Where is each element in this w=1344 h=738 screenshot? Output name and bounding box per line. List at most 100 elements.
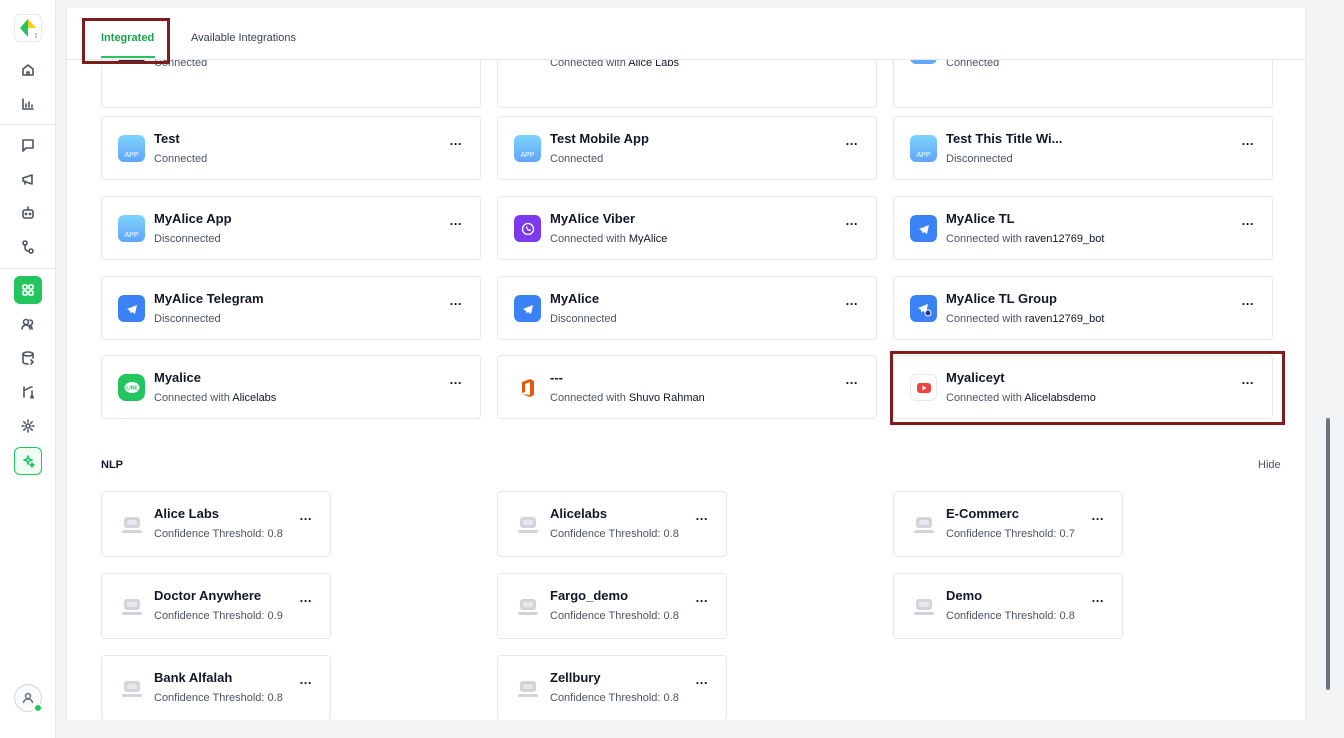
integrations-icon[interactable] xyxy=(14,276,42,304)
nlp-title: E-Commerc xyxy=(946,506,1019,521)
more-options-button[interactable]: ... xyxy=(300,590,312,605)
brand-logo[interactable] xyxy=(14,14,42,42)
inbox-icon[interactable] xyxy=(14,131,42,159)
nlp-title: Bank Alfalah xyxy=(154,670,233,685)
integration-status: Disconnected xyxy=(550,313,617,325)
integration-card[interactable]: MyAlice Disconnected ... xyxy=(497,276,877,340)
integration-card-youtube[interactable]: Myaliceyt Connected with Alicelabsdemo .… xyxy=(893,355,1273,419)
integration-title: Test Mobile App xyxy=(550,131,649,146)
integration-card[interactable]: --- Connected with Shuvo Rahman ... xyxy=(497,355,877,419)
broadcast-icon[interactable] xyxy=(14,165,42,193)
integration-status: Connected with raven12769_bot xyxy=(946,233,1105,245)
integration-status: Connected with Alicelabsdemo xyxy=(946,392,1096,404)
hide-nlp-link[interactable]: Hide xyxy=(1258,459,1281,471)
integration-title: MyAlice Viber xyxy=(550,211,636,226)
nlp-threshold: Confidence Threshold: 0.8 xyxy=(946,610,1075,622)
tab-available-integrations[interactable]: Available Integrations xyxy=(191,32,296,44)
integration-card[interactable]: MyAlice TL Connected with raven12769_bot… xyxy=(893,196,1273,260)
integration-title: MyAlice TL Group xyxy=(946,291,1057,306)
app-icon: APP xyxy=(910,135,937,162)
integration-card[interactable]: MyAlice Viber Connected with MyAlice ... xyxy=(497,196,877,260)
integration-status: Connected with Alicelabs xyxy=(154,392,277,404)
more-options-button[interactable]: ... xyxy=(696,590,708,605)
bot-icon xyxy=(514,674,541,701)
integration-card[interactable]: APP Test This Title Wi... Disconnected .… xyxy=(893,116,1273,180)
telegram-icon xyxy=(514,295,541,322)
integration-title: Test This Title Wi... xyxy=(946,131,1063,146)
more-options-button[interactable]: ... xyxy=(450,293,462,308)
viber-icon xyxy=(514,215,541,242)
more-options-button[interactable]: ... xyxy=(300,508,312,523)
integration-card[interactable]: APP Test Connected ... xyxy=(101,116,481,180)
analytics-icon[interactable] xyxy=(14,90,42,118)
bot-icon xyxy=(910,592,937,619)
scrollbar-thumb[interactable] xyxy=(1326,418,1330,690)
integration-title: --- xyxy=(550,370,563,385)
nlp-card[interactable]: Bank Alfalah Confidence Threshold: 0.8 .… xyxy=(101,655,331,720)
nlp-card[interactable]: Fargo_demo Confidence Threshold: 0.8 ... xyxy=(497,573,727,639)
more-options-button[interactable]: ... xyxy=(846,213,858,228)
nlp-title: Alice Labs xyxy=(154,506,220,521)
bot-icon[interactable] xyxy=(14,199,42,227)
telegram-group-icon xyxy=(910,295,937,322)
nlp-card[interactable]: Doctor Anywhere Confidence Threshold: 0.… xyxy=(101,573,331,639)
ai-sparkle-icon[interactable] xyxy=(14,447,42,475)
more-options-button[interactable]: ... xyxy=(696,672,708,687)
nlp-section-title: NLP xyxy=(101,459,123,471)
workflow-icon[interactable] xyxy=(14,233,42,261)
more-options-button[interactable]: ... xyxy=(1092,508,1104,523)
home-icon[interactable] xyxy=(14,56,42,84)
more-options-button[interactable]: ... xyxy=(846,133,858,148)
sidebar-divider xyxy=(0,124,56,125)
integration-card[interactable]: APP MyAlice App Disconnected ... xyxy=(101,196,481,260)
more-options-button[interactable]: ... xyxy=(300,672,312,687)
more-options-button[interactable]: ... xyxy=(696,508,708,523)
line-icon: LINE xyxy=(118,374,145,401)
integration-status: Disconnected xyxy=(946,153,1013,165)
tab-integrated[interactable]: Integrated xyxy=(101,32,154,44)
more-options-button[interactable]: ... xyxy=(1242,293,1254,308)
routing-icon[interactable] xyxy=(14,378,42,406)
integration-status: Connected xyxy=(154,153,208,165)
nlp-threshold: Confidence Threshold: 0.8 xyxy=(154,692,283,704)
more-options-button[interactable]: ... xyxy=(450,213,462,228)
integration-card[interactable]: APP Test Mobile App Connected ... xyxy=(497,116,877,180)
more-options-button[interactable]: ... xyxy=(1242,213,1254,228)
nlp-card[interactable]: E-Commerc Confidence Threshold: 0.7 ... xyxy=(893,491,1123,557)
user-avatar[interactable] xyxy=(14,684,42,712)
integrations-panel: Integrated Available Integrations Connec… xyxy=(66,8,1306,720)
integration-card[interactable]: MyAlice Telegram Disconnected ... xyxy=(101,276,481,340)
bot-icon xyxy=(514,592,541,619)
sidebar-divider xyxy=(0,268,56,269)
bot-icon xyxy=(118,592,145,619)
nlp-threshold: Confidence Threshold: 0.7 xyxy=(946,528,1075,540)
nlp-card[interactable]: Alicelabs Confidence Threshold: 0.8 ... xyxy=(497,491,727,557)
nlp-card[interactable]: Zellbury Confidence Threshold: 0.8 ... xyxy=(497,655,727,720)
more-options-button[interactable]: ... xyxy=(846,372,858,387)
more-options-button[interactable]: ... xyxy=(450,133,462,148)
more-options-button[interactable]: ... xyxy=(450,372,462,387)
data-icon[interactable] xyxy=(14,344,42,372)
youtube-icon xyxy=(910,374,937,401)
nlp-card[interactable]: Alice Labs Confidence Threshold: 0.8 ... xyxy=(101,491,331,557)
online-status-dot xyxy=(34,704,42,712)
svg-text:LINE: LINE xyxy=(126,385,138,391)
nlp-card[interactable]: Demo Confidence Threshold: 0.8 ... xyxy=(893,573,1123,639)
customers-icon[interactable] xyxy=(14,310,42,338)
integration-card[interactable]: MyAlice TL Group Connected with raven127… xyxy=(893,276,1273,340)
integration-title: MyAlice TL xyxy=(946,211,1015,226)
bot-icon xyxy=(118,510,145,537)
more-options-button[interactable]: ... xyxy=(1242,372,1254,387)
telegram-icon xyxy=(118,295,145,322)
more-options-button[interactable]: ... xyxy=(846,293,858,308)
more-options-button[interactable]: ... xyxy=(1242,133,1254,148)
integration-title: Myaliceyt xyxy=(946,370,1005,385)
integration-card[interactable]: LINE Myalice Connected with Alicelabs ..… xyxy=(101,355,481,419)
integration-status: Connected with raven12769_bot xyxy=(946,313,1105,325)
nlp-threshold: Confidence Threshold: 0.8 xyxy=(550,692,679,704)
settings-icon[interactable] xyxy=(14,412,42,440)
app-icon: APP xyxy=(118,215,145,242)
more-options-button[interactable]: ... xyxy=(1092,590,1104,605)
integration-status: Disconnected xyxy=(154,233,221,245)
nlp-threshold: Confidence Threshold: 0.8 xyxy=(550,528,679,540)
